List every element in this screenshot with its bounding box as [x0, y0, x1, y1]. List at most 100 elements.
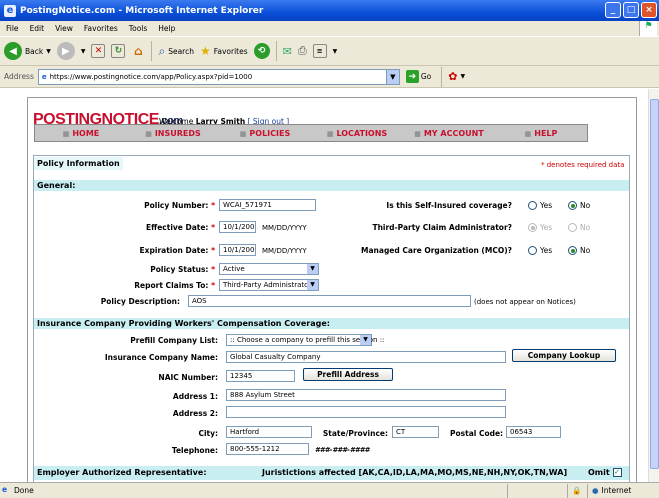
telephone-input[interactable]: 800-555-1212 [226, 443, 309, 455]
policy-number-input[interactable]: WCAI_571971 [219, 199, 316, 211]
policy-status-select[interactable]: Active ▼ [219, 263, 319, 275]
history-icon[interactable]: ⟲ [253, 43, 270, 59]
effective-date-input[interactable]: 10/1/2007 [219, 221, 256, 233]
window-titlebar: e PostingNotice.com - Microsoft Internet… [0, 0, 659, 21]
menu-help[interactable]: Help [158, 24, 175, 33]
zone-label: Internet [601, 486, 632, 495]
back-button[interactable]: ◀ Back ▼ [4, 42, 51, 60]
mail-icon[interactable]: ✉ [283, 45, 292, 58]
go-arrow-icon: ➔ [405, 70, 419, 83]
naic-number-input[interactable]: 12345 [226, 370, 295, 382]
radio-label: Yes [540, 223, 553, 232]
chevron-down-icon[interactable]: ▼ [461, 73, 466, 80]
nav-help[interactable]: ▦ HELP [495, 129, 587, 138]
omit-control[interactable]: Omit ✓ [588, 466, 622, 480]
menu-view[interactable]: View [55, 24, 73, 33]
favorites-button[interactable]: ★ Favorites [200, 44, 248, 58]
employer-header-text: Employer Authorized Representative: [37, 468, 207, 477]
grid-icon: ▦ [62, 129, 70, 138]
jurisdictions-text: Juristictions affected [AK,CA,ID,LA,MA,M… [262, 468, 568, 477]
menu-tools[interactable]: Tools [129, 24, 147, 33]
mco-no-radio[interactable]: No [568, 246, 590, 255]
naic-number-label: NAIC Number: [158, 373, 218, 382]
minimize-button[interactable]: _ [605, 2, 621, 18]
company-lookup-button[interactable]: Company Lookup [512, 349, 616, 362]
nav-label: LOCATIONS [336, 128, 388, 138]
site-nav: ▦ HOME ▦ INSUREDS ▦ POLICIES ▦ LOCATIONS ▦ MY… [34, 124, 588, 142]
date-format-hint: MM/DD/YYYY [262, 224, 307, 232]
address1-input[interactable]: 888 Asylum Street [226, 389, 506, 401]
nav-label: INSUREDS [154, 128, 201, 138]
toolbar-addon-icon[interactable]: ✿ [448, 70, 457, 83]
radio-circle [528, 246, 537, 255]
tpa-no-radio[interactable]: No [568, 223, 590, 232]
search-button[interactable]: ⌕ Search [158, 44, 194, 59]
prefill-company-label: Prefill Company List: [130, 336, 218, 345]
tpa-yes-radio[interactable]: Yes [528, 223, 552, 232]
browser-toolbar: ◀ Back ▼ ▶ ▼ ✕ ↻ ⌂ ⌕ Search ★ Favorites … [0, 36, 659, 66]
scrollbar-thumb[interactable] [650, 99, 659, 469]
tpa-question: Third-Party Claim Administrator? [372, 223, 512, 232]
grid-icon: ▦ [326, 129, 334, 138]
nav-locations[interactable]: ▦ LOCATIONS [311, 129, 403, 138]
omit-checkbox[interactable]: ✓ [612, 468, 622, 477]
menu-favorites[interactable]: Favorites [84, 24, 118, 33]
expiration-date-input[interactable]: 10/1/2008 [219, 244, 256, 256]
back-arrow-icon: ◀ [4, 42, 22, 60]
chevron-down-icon[interactable]: ▼ [385, 69, 399, 84]
postal-code-input[interactable]: 06543 [506, 426, 561, 438]
phone-format-hint: ###-###-#### [315, 446, 370, 454]
state-input[interactable]: CT [392, 426, 439, 438]
self-insured-question: Is this Self-Insured coverage? [386, 201, 512, 210]
print-icon[interactable]: ⎙ [298, 44, 307, 58]
nav-label: HELP [534, 128, 558, 138]
radio-circle [568, 223, 577, 232]
back-label: Back [25, 46, 44, 56]
go-button[interactable]: ➔ Go [405, 70, 432, 83]
policy-number-label: Policy Number: * [144, 201, 215, 210]
grid-icon: ▦ [145, 129, 152, 138]
self-insured-yes-radio[interactable]: Yes [528, 201, 552, 210]
report-claims-label: Report Claims To: * [134, 281, 215, 290]
nav-home[interactable]: ▦ HOME [35, 129, 127, 138]
mco-yes-radio[interactable]: Yes [528, 246, 552, 255]
label-text: Expiration Date: [139, 246, 209, 255]
window-title: PostingNotice.com - Microsoft Internet E… [20, 5, 264, 16]
self-insured-no-radio[interactable]: No [568, 201, 590, 210]
forward-button[interactable]: ▶ [56, 42, 75, 60]
close-button[interactable]: × [641, 2, 657, 18]
date-format-hint: MM/DD/YYYY [262, 247, 307, 255]
address2-input[interactable] [226, 406, 506, 418]
address-input[interactable]: e https://www.postingnotice.com/app/Poli… [37, 68, 400, 85]
insurer-name-input[interactable]: Global Casualty Company [226, 351, 506, 363]
policy-description-input[interactable]: AOS [188, 295, 471, 307]
nav-policies[interactable]: ▦ POLICIES [219, 129, 311, 138]
nav-label: POLICIES [249, 128, 291, 138]
home-icon[interactable]: ⌂ [131, 44, 145, 58]
address-label: Address [4, 72, 34, 81]
maximize-button[interactable]: □ [623, 2, 639, 18]
vertical-scrollbar[interactable] [648, 89, 659, 482]
go-label: Go [420, 72, 432, 81]
nav-insureds[interactable]: ▦ INSUREDS [127, 129, 219, 138]
nav-my-account[interactable]: ▦ MY ACCOUNT [403, 129, 495, 138]
city-input[interactable]: Hartford [226, 426, 312, 438]
report-claims-select[interactable]: Third-Party Administrator ▼ [219, 279, 319, 291]
address1-label: Address 1: [172, 392, 218, 401]
menu-edit[interactable]: Edit [30, 24, 45, 33]
city-label: City: [198, 429, 218, 438]
radio-label: Yes [540, 201, 553, 210]
refresh-icon[interactable]: ↻ [111, 44, 126, 58]
chevron-down-icon[interactable]: ▼ [81, 48, 86, 55]
page-icon: e [2, 485, 8, 494]
grid-icon: ▦ [524, 129, 532, 138]
prefill-company-select[interactable]: :: Choose a company to prefill this sect… [226, 334, 384, 346]
menu-file[interactable]: File [6, 24, 19, 33]
edit-icon[interactable]: ≡ [312, 44, 327, 58]
search-label: Search [168, 46, 194, 56]
nav-label: HOME [72, 128, 100, 138]
prefill-address-button[interactable]: Prefill Address [303, 368, 393, 381]
address2-label: Address 2: [172, 409, 218, 418]
chevron-down-icon[interactable]: ▼ [333, 48, 338, 55]
stop-icon[interactable]: ✕ [91, 44, 106, 58]
